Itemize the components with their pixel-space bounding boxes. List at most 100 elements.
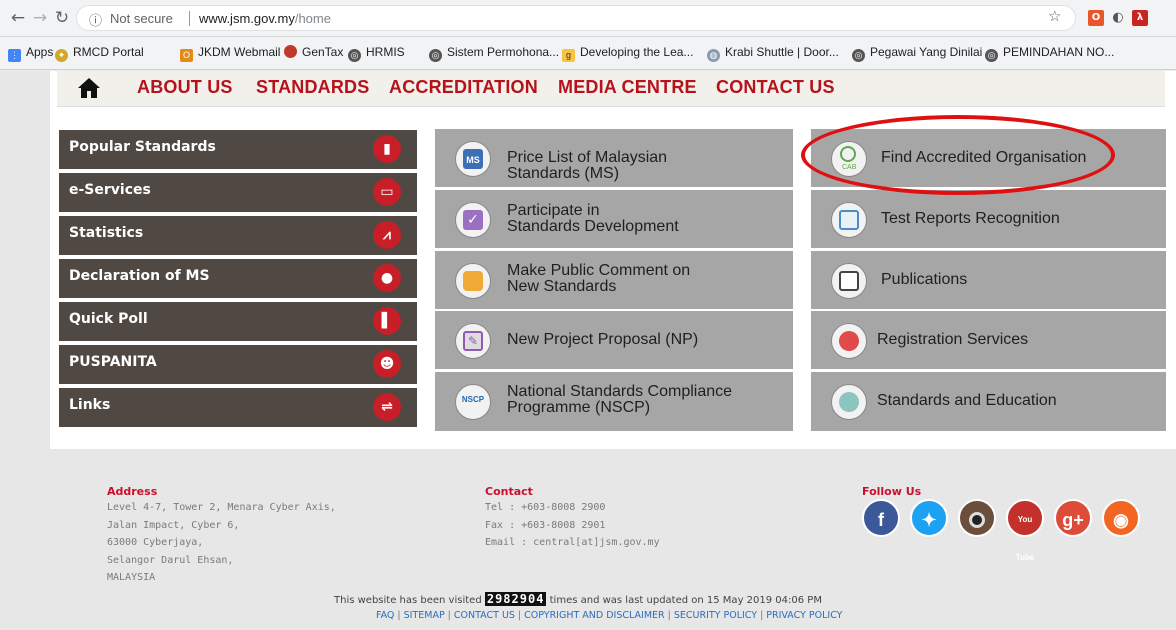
reload-icon[interactable]: ↻: [52, 8, 72, 28]
tile-label: Participate in: [507, 202, 600, 219]
twitter-icon[interactable]: ✦: [910, 499, 948, 537]
link-security-policy[interactable]: SECURITY POLICY: [674, 610, 757, 621]
hand-icon: [831, 323, 867, 359]
back-icon[interactable]: ←: [8, 8, 28, 28]
nav-media-centre[interactable]: MEDIA CENTRE: [558, 77, 697, 98]
monitor-icon: ▭: [373, 178, 401, 206]
tile-label: Test Reports Recognition: [881, 210, 1060, 227]
people-icon: ☻: [373, 350, 401, 378]
counter-value: 2982904: [484, 592, 547, 606]
rss-icon[interactable]: ◉: [1102, 499, 1140, 537]
nscp-icon: NSCP: [455, 384, 491, 420]
tile-participate[interactable]: ✓ Participate in Standards Development: [435, 190, 793, 248]
menu-label: e-Services: [69, 182, 151, 198]
url-text: www.jsm.gov.my/home: [199, 11, 331, 26]
tile-label: Standards (MS): [507, 165, 620, 182]
bookmark-item[interactable]: O JKDM Webmail: [180, 45, 280, 62]
menu-puspanita[interactable]: PUSPANITA ☻: [59, 345, 417, 384]
publication-icon: [831, 263, 867, 299]
link-arrows-icon: ⇌: [373, 393, 401, 421]
menu-label: Popular Standards: [69, 139, 216, 155]
checkbox-icon: ✓: [455, 202, 491, 238]
report-icon: [831, 202, 867, 238]
menu-e-services[interactable]: e-Services ▭: [59, 173, 417, 212]
bookmark-item[interactable]: ✦ RMCD Portal: [55, 45, 144, 62]
browser-toolbar: ← → ↻ ⓘ Not secure www.jsm.gov.my/home ☆…: [0, 0, 1176, 37]
bar-chart-icon: ▌: [373, 307, 401, 335]
menu-links[interactable]: Links ⇌: [59, 388, 417, 427]
address-text: Level 4-7, Tower 2, Menara Cyber Axis, J…: [107, 502, 336, 583]
bookmark-item[interactable]: ◎ Pegawai Yang Dinilai: [852, 45, 982, 62]
link-sitemap[interactable]: SITEMAP: [404, 610, 445, 621]
book-icon: ▮: [373, 135, 401, 163]
visitor-counter: This website has been visited 2982904 ti…: [334, 592, 822, 606]
contact-title: Contact: [485, 485, 533, 498]
tile-label: Price List of Malaysian: [507, 149, 668, 166]
tile-standards-and-education[interactable]: Standards and Education: [811, 372, 1166, 431]
info-icon[interactable]: ⓘ: [89, 10, 102, 29]
bookmarks-bar: ⋮ Apps ✦ RMCD Portal O JKDM Webmail GenTax …: [0, 37, 1176, 70]
graduate-icon: [831, 384, 867, 420]
tile-label: New Standards: [507, 278, 617, 295]
bookmark-item[interactable]: g Developing the Lea...: [562, 45, 693, 62]
comment-icon: [455, 263, 491, 299]
tile-label: National Standards Compliance: [507, 383, 733, 400]
link-privacy-policy[interactable]: PRIVACY POLICY: [766, 610, 842, 621]
google-plus-icon[interactable]: g+: [1054, 499, 1092, 537]
magnifier-icon: ●: [373, 264, 401, 292]
bookmark-item[interactable]: ◎ HRMIS: [348, 45, 405, 62]
bookmark-item[interactable]: ◎ Sistem Permohona...: [429, 45, 559, 62]
ms-document-icon: MS: [455, 141, 491, 177]
extension-icon[interactable]: ◐: [1110, 10, 1126, 26]
tile-label: Standards and Education: [877, 392, 1057, 409]
bookmark-apps[interactable]: ⋮ Apps: [8, 45, 53, 62]
tile-label: Publications: [881, 271, 968, 288]
tile-registration-services[interactable]: Registration Services: [811, 311, 1166, 369]
highlight-oval: [801, 115, 1115, 195]
bookmark-item[interactable]: GenTax: [284, 45, 343, 59]
footer-links: FAQ | SITEMAP | CONTACT US | COPYRIGHT AND DIS…: [376, 610, 843, 621]
tile-public-comment[interactable]: Make Public Comment on New Standards: [435, 251, 793, 309]
home-icon[interactable]: [77, 77, 101, 99]
youtube-icon[interactable]: You Tube: [1006, 499, 1044, 562]
tile-label: Standards Development: [507, 218, 679, 235]
tile-publications[interactable]: Publications: [811, 251, 1166, 309]
tile-label: Programme (NSCP): [507, 399, 651, 416]
menu-popular-standards[interactable]: Popular Standards ▮: [59, 130, 417, 169]
nav-contact-us[interactable]: CONTACT US: [716, 77, 835, 98]
nav-about-us[interactable]: ABOUT US: [137, 77, 233, 98]
menu-label: Links: [69, 397, 111, 413]
tile-label: Registration Services: [877, 331, 1029, 348]
divider: [189, 11, 190, 26]
menu-declaration-of-ms[interactable]: Declaration of MS ●: [59, 259, 417, 298]
tile-new-project-proposal[interactable]: ✎ New Project Proposal (NP): [435, 311, 793, 369]
follow-title: Follow Us: [862, 485, 922, 498]
instagram-icon[interactable]: [958, 499, 996, 537]
tile-nscp[interactable]: NSCP National Standards Compliance Progr…: [435, 372, 793, 431]
nav-accreditation[interactable]: ACCREDITATION: [389, 77, 538, 98]
menu-label: Declaration of MS: [69, 268, 210, 284]
link-contact-us[interactable]: CONTACT US: [454, 610, 515, 621]
tile-price-list[interactable]: MS Price List of Malaysian Standards (MS…: [435, 129, 793, 187]
contact-text: Tel : +603-8008 2900 Fax : +603-8008 290…: [485, 502, 660, 548]
bookmark-item[interactable]: ◍ Krabi Shuttle | Door...: [707, 45, 839, 62]
bookmark-star-icon[interactable]: ☆: [1048, 7, 1061, 25]
menu-label: PUSPANITA: [69, 354, 157, 370]
security-label: Not secure: [110, 11, 173, 26]
extension-icon[interactable]: O: [1088, 10, 1104, 26]
link-faq[interactable]: FAQ: [376, 610, 394, 621]
tile-test-reports-recognition[interactable]: Test Reports Recognition: [811, 190, 1166, 248]
acrobat-icon[interactable]: λ: [1132, 10, 1148, 26]
link-copyright[interactable]: COPYRIGHT AND DISCLAIMER: [524, 610, 665, 621]
address-bar[interactable]: ⓘ Not secure www.jsm.gov.my/home: [76, 5, 1076, 31]
menu-statistics[interactable]: Statistics ⩘: [59, 216, 417, 255]
tile-label: New Project Proposal (NP): [507, 331, 699, 348]
trend-chart-icon: ⩘: [373, 221, 401, 249]
menu-label: Statistics: [69, 225, 144, 241]
nav-standards[interactable]: STANDARDS: [256, 77, 369, 98]
main-nav: ABOUT US STANDARDS ACCREDITATION MEDIA C…: [57, 71, 1165, 107]
menu-quick-poll[interactable]: Quick Poll ▌: [59, 302, 417, 341]
bookmark-item[interactable]: ◎ PEMINDAHAN NO...: [985, 45, 1114, 62]
facebook-icon[interactable]: f: [862, 499, 900, 537]
forward-icon[interactable]: →: [30, 8, 50, 28]
